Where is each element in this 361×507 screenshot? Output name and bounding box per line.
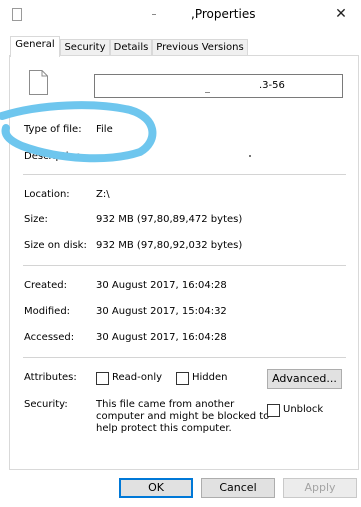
accessed-label: Accessed: xyxy=(24,332,75,343)
description-label: Description: xyxy=(24,151,85,162)
advanced-button[interactable]: Advanced... xyxy=(267,369,342,389)
tab-details[interactable]: Details xyxy=(110,39,152,56)
read-only-label: Read-only xyxy=(112,372,163,383)
file-name-value: .3-56 xyxy=(259,80,285,91)
unblock-label: Unblock xyxy=(283,404,324,415)
hidden-label: Hidden xyxy=(192,372,228,383)
accessed-value: 30 August 2017, 16:04:28 xyxy=(96,332,227,343)
security-label: Security: xyxy=(24,399,68,410)
separator xyxy=(23,174,346,175)
redaction-mark xyxy=(152,14,156,15)
file-icon-small xyxy=(12,8,22,21)
tab-previous-versions[interactable]: Previous Versions xyxy=(152,39,248,56)
created-value: 30 August 2017, 16:04:28 xyxy=(96,280,227,291)
read-only-checkbox[interactable] xyxy=(96,372,109,385)
modified-label: Modified: xyxy=(24,306,71,317)
separator xyxy=(23,265,346,266)
close-button[interactable]: ✕ xyxy=(326,3,356,25)
size-on-disk-label: Size on disk: xyxy=(24,240,87,251)
security-note: This file came from another computer and… xyxy=(96,399,271,435)
location-value: Z:\ xyxy=(96,189,110,200)
hidden-checkbox[interactable] xyxy=(176,372,189,385)
location-label: Location: xyxy=(24,189,70,200)
attributes-label: Attributes: xyxy=(24,372,77,383)
separator xyxy=(23,357,346,358)
redaction-mark xyxy=(249,155,251,157)
security-note-line: help protect this computer. xyxy=(96,423,232,434)
size-on-disk-value: 932 MB (97,80,92,032 bytes) xyxy=(96,240,243,251)
created-label: Created: xyxy=(24,280,67,291)
file-name-input[interactable] xyxy=(94,74,343,98)
ok-button[interactable]: OK xyxy=(119,478,193,498)
unblock-checkbox[interactable] xyxy=(267,404,280,417)
type-of-file-value: File xyxy=(96,124,113,135)
tab-general[interactable]: General xyxy=(10,36,60,57)
tab-security[interactable]: Security xyxy=(60,39,110,56)
title-bar: ,Properties ✕ xyxy=(0,0,361,30)
security-note-line: This file came from another xyxy=(96,399,235,410)
file-icon xyxy=(29,70,48,95)
redaction-mark xyxy=(205,92,210,93)
cancel-button[interactable]: Cancel xyxy=(201,478,275,498)
modified-value: 30 August 2017, 15:04:32 xyxy=(96,306,227,317)
apply-button[interactable]: Apply xyxy=(283,478,357,498)
size-value: 932 MB (97,80,89,472 bytes) xyxy=(96,214,243,225)
type-of-file-label: Type of file: xyxy=(24,124,82,135)
size-label: Size: xyxy=(24,214,48,225)
tab-bar: General Security Details Previous Versio… xyxy=(0,36,361,57)
security-note-line: computer and might be blocked to xyxy=(96,411,270,422)
window-title: ,Properties xyxy=(191,7,256,21)
